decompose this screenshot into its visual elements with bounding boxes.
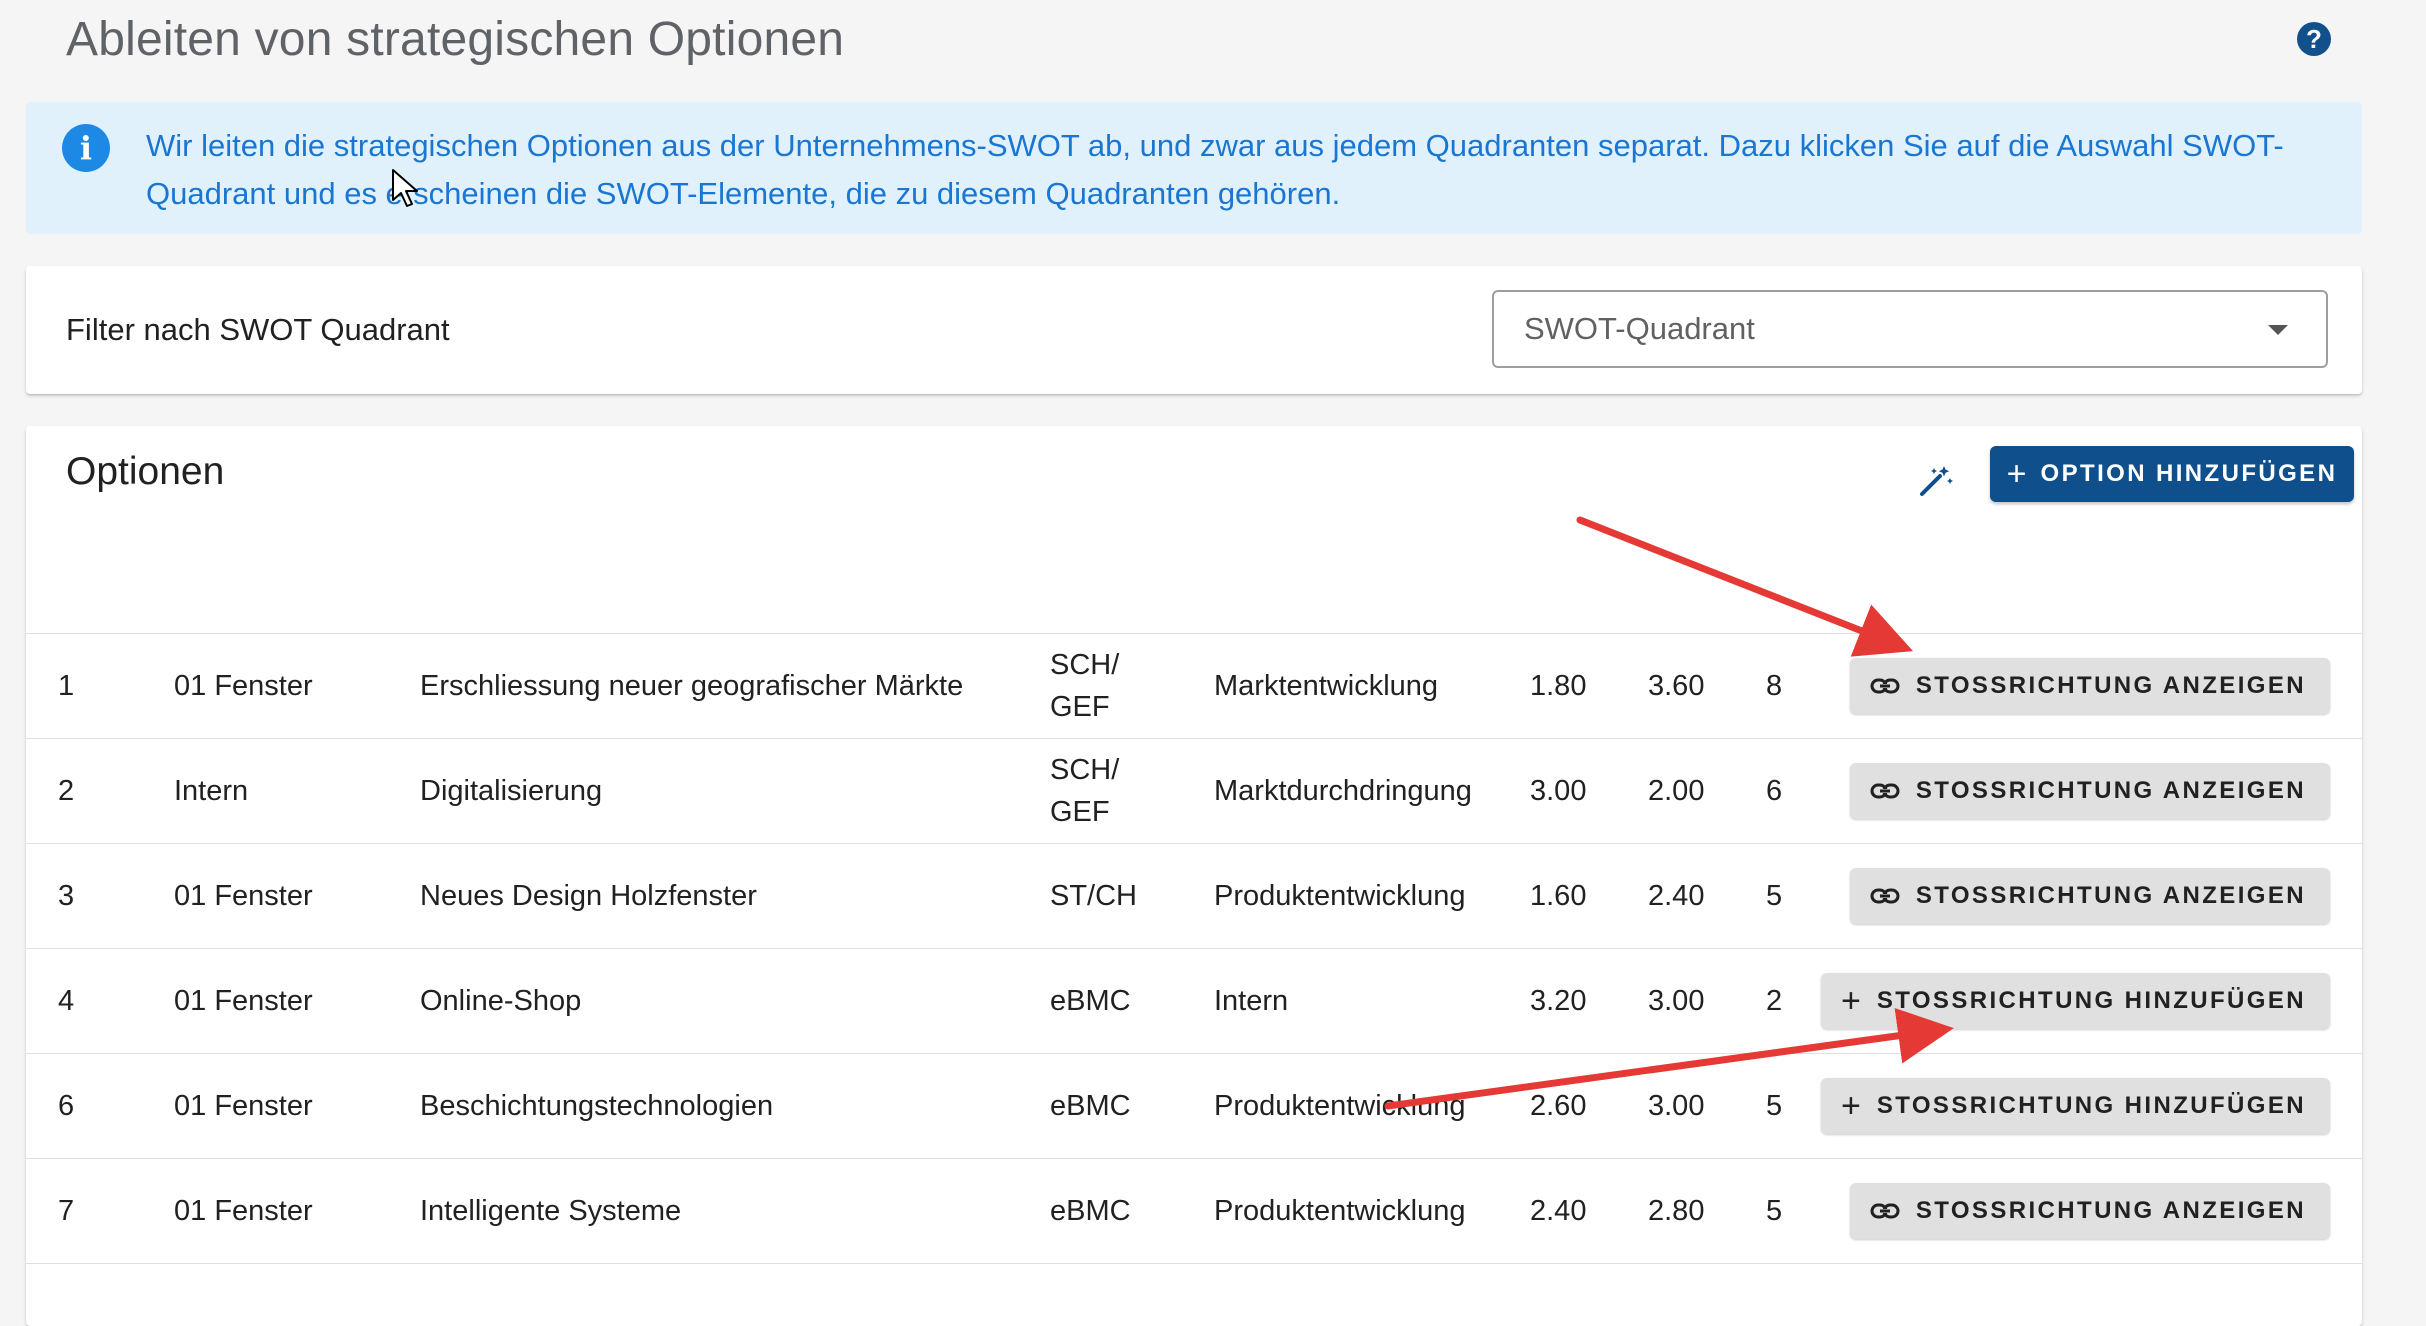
row-option-name: Erschliessung neuer geografischer Märkte [420, 670, 964, 702]
row-strategy: Marktdurchdringung [1214, 775, 1472, 807]
link-icon [1870, 888, 1900, 904]
row-strategy: Produktentwicklung [1214, 1195, 1466, 1227]
row-area: 01 Fenster [174, 880, 313, 912]
thrust-button-label: STOSSRICHTUNG ANZEIGEN [1915, 882, 2306, 909]
row-type: SCH/GEF [1050, 634, 1160, 738]
table-row: 1 01 Fenster Erschliessung neuer geografis… [26, 634, 2362, 739]
add-option-label: OPTION HINZUFÜGEN [2040, 460, 2338, 487]
row-area: Intern [174, 775, 249, 807]
page-title: Ableiten von strategischen Optionen [66, 13, 845, 66]
info-text: Wir leiten die strategischen Optionen au… [146, 128, 2284, 211]
thrust-button-label: STOSSRICHTUNG HINZUFÜGEN [1876, 1092, 2306, 1119]
table-row: 3 01 Fenster Neues Design Holzfenster Produ… [26, 844, 2362, 949]
filter-card: Filter nach SWOT Quadrant SWOT-Quadrant [26, 266, 2362, 394]
thrust-button-label: STOSSRICHTUNG ANZEIGEN [1915, 672, 2306, 699]
row-value-1: 3.00 [1530, 775, 1587, 807]
table-row: 2 Intern Digitalisierung Marktdurchdringung… [26, 739, 2362, 844]
row-type-line: eBMC [1050, 985, 1131, 1017]
plus-icon: + [2006, 455, 2027, 493]
row-option-name: Intelligente Systeme [420, 1195, 682, 1227]
select-value: SWOT-Quadrant [1524, 311, 1755, 346]
row-option-name: Neues Design Holzfenster [420, 880, 757, 912]
row-strategy: Marktentwicklung [1214, 670, 1439, 702]
row-type-line: GEF [1050, 796, 1110, 828]
table-row: 4 01 Fenster Online-Shop Intern 3.20 3.00 2 eBM… [26, 949, 2362, 1054]
row-value-2: 2.40 [1648, 880, 1705, 912]
row-value-2: 2.00 [1648, 775, 1705, 807]
row-option-name: Digitalisierung [420, 775, 603, 807]
link-icon [1870, 678, 1900, 694]
row-value-3: 5 [1766, 1195, 1783, 1227]
row-value-2: 3.60 [1648, 670, 1705, 702]
row-area: 01 Fenster [174, 670, 313, 702]
thrust-button-label: STOSSRICHTUNG HINZUFÜGEN [1876, 987, 2306, 1014]
options-table: 1 01 Fenster Erschliessung neuer geografis… [26, 633, 2362, 1264]
row-value-2: 2.80 [1648, 1195, 1705, 1227]
show-thrust-button[interactable]: STOSSRICHTUNG ANZEIGEN [1849, 763, 2330, 819]
row-value-1: 2.40 [1530, 1195, 1587, 1227]
row-value-3: 2 [1766, 985, 1783, 1017]
row-type: eBMC [1050, 1054, 1160, 1158]
link-icon [1870, 783, 1900, 799]
row-type: eBMC [1050, 949, 1160, 1053]
table-row: 6 01 Fenster Beschichtungstechnologien Prod… [26, 1054, 2362, 1159]
row-number: 4 [58, 985, 75, 1017]
row-number: 7 [58, 1195, 75, 1227]
show-thrust-button[interactable]: STOSSRICHTUNG ANZEIGEN [1849, 658, 2330, 714]
thrust-button-label: STOSSRICHTUNG ANZEIGEN [1915, 1197, 2306, 1224]
add-thrust-button[interactable]: + STOSSRICHTUNG HINZUFÜGEN [1820, 973, 2330, 1029]
row-value-1: 2.60 [1530, 1090, 1587, 1122]
row-option-name: Online-Shop [420, 985, 582, 1017]
add-thrust-button[interactable]: + STOSSRICHTUNG HINZUFÜGEN [1820, 1078, 2330, 1134]
row-value-3: 6 [1766, 775, 1783, 807]
link-icon [1870, 1203, 1900, 1219]
row-type-line: eBMC [1050, 1195, 1131, 1227]
row-value-1: 3.20 [1530, 985, 1587, 1017]
thrust-button-label: STOSSRICHTUNG ANZEIGEN [1915, 777, 2306, 804]
row-type-line: eBMC [1050, 1090, 1131, 1122]
row-option-name: Beschichtungstechnologien [420, 1090, 774, 1122]
info-banner: i Wir leiten die strategischen Optionen … [26, 102, 2362, 234]
row-type: eBMC [1050, 1159, 1160, 1263]
row-type-line: SCH/ [1050, 754, 1120, 786]
help-icon[interactable]: ? [2297, 22, 2331, 56]
row-strategy: Produktentwicklung [1214, 880, 1466, 912]
row-strategy: Intern [1214, 985, 1289, 1017]
row-value-3: 5 [1766, 1090, 1783, 1122]
show-thrust-button[interactable]: STOSSRICHTUNG ANZEIGEN [1849, 1183, 2330, 1239]
row-strategy: Produktentwicklung [1214, 1090, 1466, 1122]
row-value-3: 5 [1766, 880, 1783, 912]
swot-quadrant-select[interactable]: SWOT-Quadrant [1492, 290, 2328, 368]
add-option-button[interactable]: + OPTION HINZUFÜGEN [1990, 446, 2354, 502]
row-area: 01 Fenster [174, 1195, 313, 1227]
info-icon: i [62, 124, 110, 172]
table-row: 7 01 Fenster Intelligente Systeme Produkten… [26, 1159, 2362, 1264]
row-type: ST/CH [1050, 844, 1160, 948]
row-type-line: GEF [1050, 691, 1110, 723]
row-value-1: 1.60 [1530, 880, 1587, 912]
row-number: 3 [58, 880, 75, 912]
row-type: SCH/GEF [1050, 739, 1160, 843]
options-title: Optionen [66, 450, 225, 493]
show-thrust-button[interactable]: STOSSRICHTUNG ANZEIGEN [1849, 868, 2330, 924]
filter-label: Filter nach SWOT Quadrant [66, 312, 450, 347]
plus-icon: + [1840, 1087, 1861, 1125]
row-number: 2 [58, 775, 75, 807]
row-type-line: ST/CH [1050, 880, 1137, 912]
row-value-2: 3.00 [1648, 985, 1705, 1017]
caret-down-icon [2268, 325, 2288, 335]
row-value-2: 3.00 [1648, 1090, 1705, 1122]
row-area: 01 Fenster [174, 1090, 313, 1122]
options-card: Optionen + OPTION HINZUFÜGEN 1 01 Fenster… [26, 426, 2362, 1326]
row-value-1: 1.80 [1530, 670, 1587, 702]
magic-wand-icon[interactable] [1914, 462, 1954, 502]
row-number: 6 [58, 1090, 75, 1122]
row-type-line: SCH/ [1050, 649, 1120, 681]
mouse-cursor-icon [392, 169, 418, 207]
plus-icon: + [1840, 982, 1861, 1020]
row-number: 1 [58, 670, 75, 702]
row-area: 01 Fenster [174, 985, 313, 1017]
row-value-3: 8 [1766, 670, 1783, 702]
